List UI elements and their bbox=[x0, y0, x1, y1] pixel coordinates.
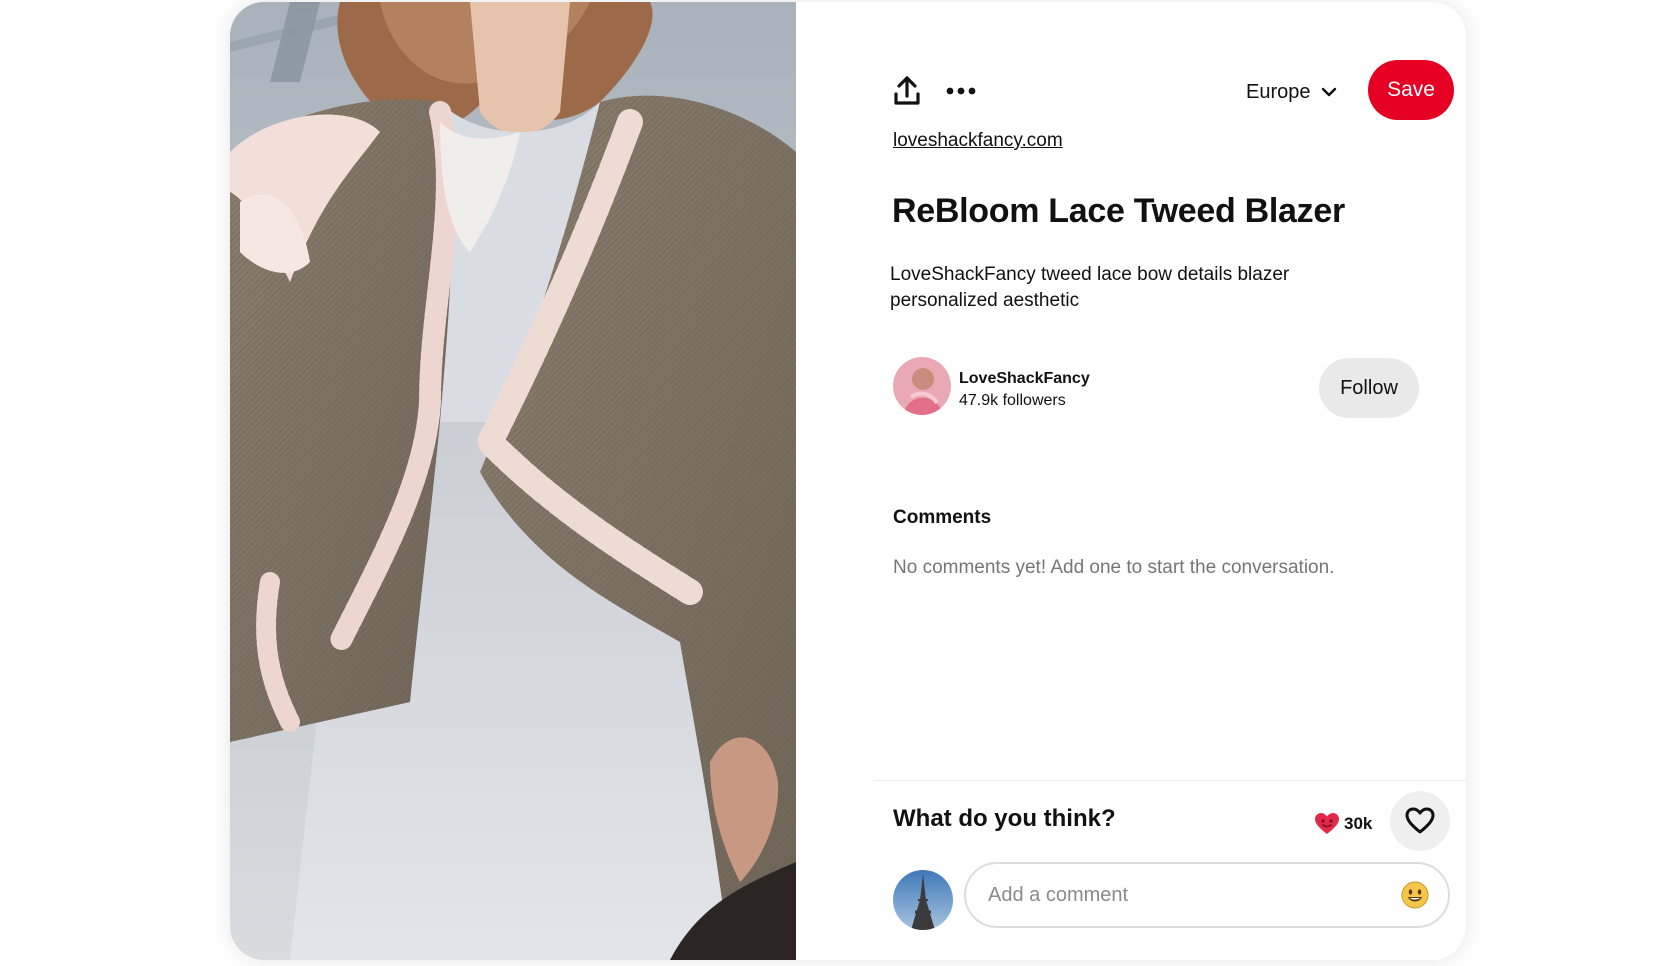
follow-button[interactable]: Follow bbox=[1319, 358, 1419, 418]
chevron-down-icon bbox=[1321, 87, 1336, 97]
reaction-count: 30k bbox=[1344, 814, 1373, 833]
pin-title: ReBloom Lace Tweed Blazer bbox=[892, 192, 1345, 230]
comment-composer bbox=[964, 862, 1450, 928]
creator-name[interactable]: LoveShackFancy bbox=[959, 370, 1090, 388]
creator-followers: 47.9k followers bbox=[959, 392, 1066, 409]
reaction-summary[interactable]: 30k bbox=[1314, 812, 1372, 836]
feedback-prompt: What do you think? bbox=[893, 805, 1116, 832]
pin-details-panel: Europe Save loveshackfancy.com ReBloom L… bbox=[796, 2, 1466, 960]
comments-empty-message: No comments yet! Add one to start the co… bbox=[893, 557, 1335, 578]
heart-outline-icon bbox=[1405, 807, 1435, 834]
pin-image-graphic bbox=[230, 2, 796, 960]
current-user-avatar bbox=[893, 870, 953, 930]
pin-card: Europe Save loveshackfancy.com ReBloom L… bbox=[230, 2, 1466, 960]
board-region-select[interactable]: Europe bbox=[1246, 78, 1337, 106]
ellipsis-icon[interactable] bbox=[946, 76, 976, 106]
smiley-emoji-icon[interactable] bbox=[1400, 880, 1430, 910]
comment-input[interactable] bbox=[986, 882, 1400, 908]
creator-avatar[interactable] bbox=[893, 357, 951, 415]
like-button[interactable] bbox=[1390, 791, 1450, 851]
footer-divider bbox=[874, 780, 1466, 781]
save-button[interactable]: Save bbox=[1368, 60, 1454, 120]
pin-description: LoveShackFancy tweed lace bow details bl… bbox=[890, 264, 1290, 311]
pin-image[interactable] bbox=[230, 2, 796, 960]
source-link[interactable]: loveshackfancy.com bbox=[893, 130, 1063, 152]
heart-reaction-icon bbox=[1315, 813, 1339, 834]
region-label: Europe bbox=[1246, 80, 1311, 103]
share-upload-icon[interactable] bbox=[893, 74, 921, 108]
comments-heading: Comments bbox=[893, 507, 992, 528]
